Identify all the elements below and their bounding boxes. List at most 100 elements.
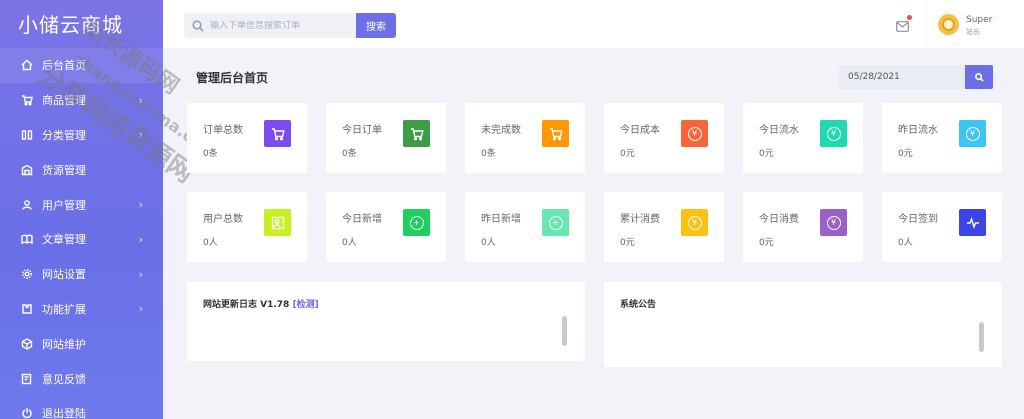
stat-title: 今日消费 [759,214,799,225]
scrollbar[interactable] [562,316,567,346]
check-update-link[interactable]: [检测] [292,300,318,310]
plus-circle-icon: + [403,209,430,236]
sidebar-item-label: 网站维护 [42,337,86,351]
stat-card: 今日签到 0人 [882,192,1002,262]
power-icon [20,406,34,419]
sidebar-item[interactable]: 退出登陆 [0,396,163,419]
header-divider [926,0,927,49]
gear-icon [20,267,34,281]
book-icon [20,232,34,246]
yen-icon: ¥ [681,209,708,236]
update-log-title: 网站更新日志 V1.78 [检测] [203,297,319,310]
stat-title: 订单总数 [203,125,243,136]
sidebar-item[interactable]: 意见反馈 [0,361,163,396]
stat-title: 未完成数 [481,125,521,136]
stat-value: 0人 [203,238,218,248]
stat-title: 用户总数 [203,214,243,225]
scrollbar[interactable] [979,322,984,352]
mail-icon[interactable] [896,15,912,32]
sidebar-item-label: 文章管理 [42,233,86,247]
chevron-right-icon: › [138,267,143,281]
warehouse-icon [20,163,34,177]
sidebar-item[interactable]: 网站设置 › [0,257,163,292]
stat-card: 今日流水 0元 ¥ [743,103,863,173]
chevron-right-icon: › [138,93,143,107]
stat-title: 今日新增 [342,214,382,225]
stat-value: 0条 [203,149,218,159]
sidebar-item-label: 网站设置 [42,268,86,282]
search-box [184,13,356,38]
sidebar-item-label: 分类管理 [42,128,86,142]
stat-value: 0元 [898,149,913,159]
stat-card: 昨日新增 0人 + [465,192,585,262]
sidebar-item-label: 商品管理 [42,94,86,108]
stat-value: 0元 [620,149,635,159]
stat-card: 未完成数 0条 [465,103,585,173]
update-log-panel: 网站更新日志 V1.78 [检测] [187,282,585,361]
chevron-right-icon: › [138,128,143,142]
search-button[interactable]: 搜索 [356,13,396,38]
sidebar-item-label: 退出登陆 [42,407,86,419]
sidebar-item-label: 功能扩展 [42,302,86,316]
system-notice-panel: 系统公告 [604,282,1002,367]
page-title: 管理后台首页 [196,71,269,85]
chevron-right-icon: › [138,198,143,212]
order-search: 搜索 [184,13,396,38]
stat-value: 0元 [620,238,635,248]
pulse-icon [959,209,986,236]
chevron-right-icon: › [138,232,143,246]
stat-value: 0人 [481,238,496,248]
stat-value: 0人 [342,238,357,248]
sidebar-item-label: 意见反馈 [42,372,86,386]
stat-card: 用户总数 0人 [187,192,307,262]
search-icon [974,72,984,82]
sidebar: 小储云商城 后台首页商品管理 › 分类管理 › 货源管理用户管理 › 文章管理 › 网站设置 › 功… [0,0,163,419]
yen-icon: ¥ [681,120,708,147]
sidebar-item-label: 用户管理 [42,198,86,212]
sidebar-item[interactable]: 货源管理 [0,152,163,187]
stat-title: 今日订单 [342,125,382,136]
top-header: 搜索 Super 站长 [163,0,1024,49]
sidebar-item[interactable]: 文章管理 › [0,222,163,257]
stat-value: 0人 [898,238,913,248]
sidebar-item[interactable]: 分类管理 › [0,118,163,153]
sidebar-item[interactable]: 网站维护 [0,326,163,361]
stat-title: 累计消费 [620,214,660,225]
date-filter [839,65,993,89]
stats-row-1: 订单总数 0条 今日订单 0条 未完成数 0条 今日成本 0元 ¥ 今日流水 0元 ¥ 昨日流水 0元 ¥ [187,103,1002,173]
system-notice-title: 系统公告 [620,300,657,310]
update-log-title-text: 网站更新日志 V1.78 [203,300,290,310]
home-icon [20,58,34,72]
yen-icon: ¥ [820,120,847,147]
stat-value: 0元 [759,149,774,159]
yen-icon: ¥ [959,120,986,147]
stat-value: 0元 [759,238,774,248]
brand-logo[interactable]: 小储云商城 [0,0,163,46]
cart-icon [403,120,430,147]
plus-circle-icon: + [542,209,569,236]
sidebar-item-label: 后台首页 [42,59,86,73]
sidebar-item[interactable]: 功能扩展 › [0,292,163,327]
feedback-icon [20,372,34,386]
date-input[interactable] [839,65,965,89]
sidebar-item[interactable]: 用户管理 › [0,187,163,222]
search-input[interactable] [210,20,350,31]
user-name[interactable]: Super [966,15,992,25]
stats-row-2: 用户总数 0人 今日新增 0人 + 昨日新增 0人 + 累计消费 0元 ¥ 今日消费 0元 ¥ 今日签到 0人 [187,192,1002,262]
search-icon [192,19,204,32]
puzzle-icon [20,302,34,316]
avatar[interactable] [938,14,959,35]
sidebar-item[interactable]: 后台首页 [0,48,163,83]
category-icon [20,128,34,142]
stat-value: 0条 [481,149,496,159]
user-icon [20,198,34,212]
stat-card: 订单总数 0条 [187,103,307,173]
stat-card: 今日成本 0元 ¥ [604,103,724,173]
users-icon [264,209,291,236]
sidebar-item[interactable]: 商品管理 › [0,83,163,118]
date-search-button[interactable] [965,65,993,89]
stat-card: 今日订单 0条 [326,103,446,173]
sidebar-nav: 后台首页 商品管理 › 分类管理 › 货源管理 用户管理 › 文章管理 › 网站设置 › 功能扩展 › 网站… [0,48,163,419]
cube-icon [20,337,34,351]
stat-title: 昨日流水 [898,125,938,136]
